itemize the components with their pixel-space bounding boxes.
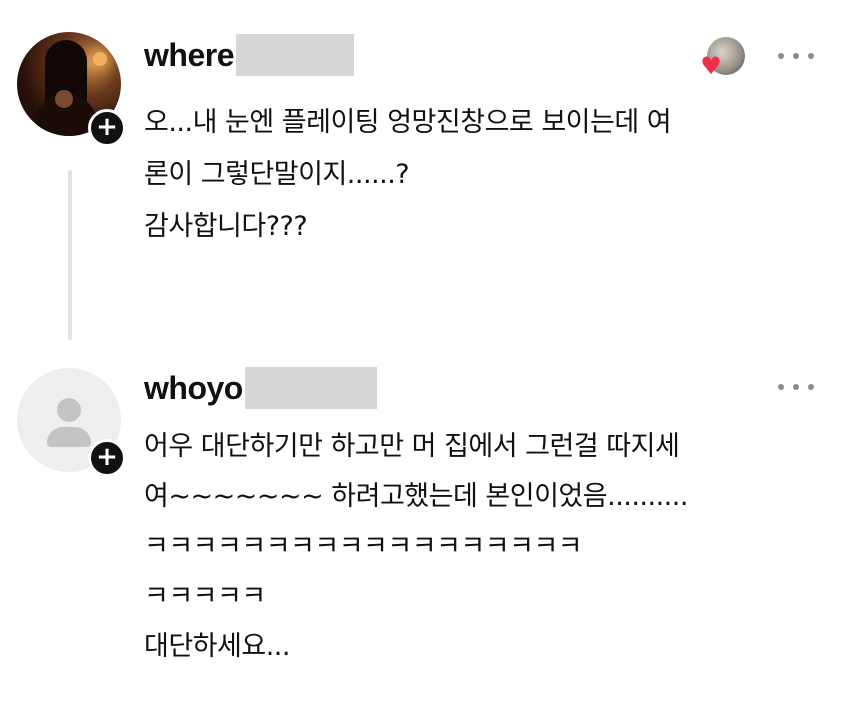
comment-text-line: 론이 그렇단말이지......?: [144, 159, 410, 190]
comment-text-line: ㅋㅋㅋㅋㅋㅋㅋㅋㅋㅋㅋㅋㅋㅋㅋㅋㅋㅋ: [144, 531, 583, 562]
default-user-body-icon: [47, 427, 91, 447]
more-options-icon[interactable]: [778, 381, 814, 393]
comment-text-line: 감사합니다???: [144, 211, 308, 242]
more-options-icon[interactable]: [778, 50, 814, 62]
comment-item: + where ♥ 오...내 눈엔 플레이팅 엉망진창으로 보이는데 여 론이…: [0, 0, 854, 340]
username-link[interactable]: where: [144, 37, 234, 74]
default-user-head-icon: [57, 398, 81, 422]
dot-icon: [793, 384, 799, 390]
dot-icon: [778, 53, 784, 59]
avatar-light-decoration: [93, 52, 107, 66]
dot-icon: [808, 384, 814, 390]
heart-icon: ♥: [700, 52, 722, 80]
dot-icon: [778, 384, 784, 390]
creator-liked-avatar: ♥: [700, 37, 745, 78]
redacted-username-block: [244, 367, 377, 409]
dot-icon: [793, 53, 799, 59]
comment-text-line: ㅋㅋㅋㅋㅋ: [144, 581, 266, 612]
follow-plus-icon[interactable]: +: [88, 109, 126, 147]
username-row: whoyo: [144, 366, 377, 410]
avatar-figure-skin: [55, 90, 73, 108]
comment-text-line: 어우 대단하기만 하고만 머 집에서 그런걸 따지세: [144, 431, 680, 462]
comment-text-line: 대단하세요...: [144, 631, 290, 662]
comment-text-line: 여~~~~~~~ 하려고했는데 본인이었음..........: [144, 481, 688, 512]
comment-text-line: 오...내 눈엔 플레이팅 엉망진창으로 보이는데 여: [144, 107, 672, 138]
username-row: where: [144, 33, 354, 77]
username-link[interactable]: whoyo: [144, 370, 243, 407]
dot-icon: [808, 53, 814, 59]
comment-text: 오...내 눈엔 플레이팅 엉망진창으로 보이는데 여 론이 그렇단말이지...…: [144, 97, 834, 253]
reply-thread-line: [68, 170, 72, 340]
follow-plus-icon[interactable]: +: [88, 439, 126, 477]
comment-text: 어우 대단하기만 하고만 머 집에서 그런걸 따지세 여~~~~~~~ 하려고했…: [144, 422, 834, 672]
redacted-username-block: [235, 34, 354, 76]
